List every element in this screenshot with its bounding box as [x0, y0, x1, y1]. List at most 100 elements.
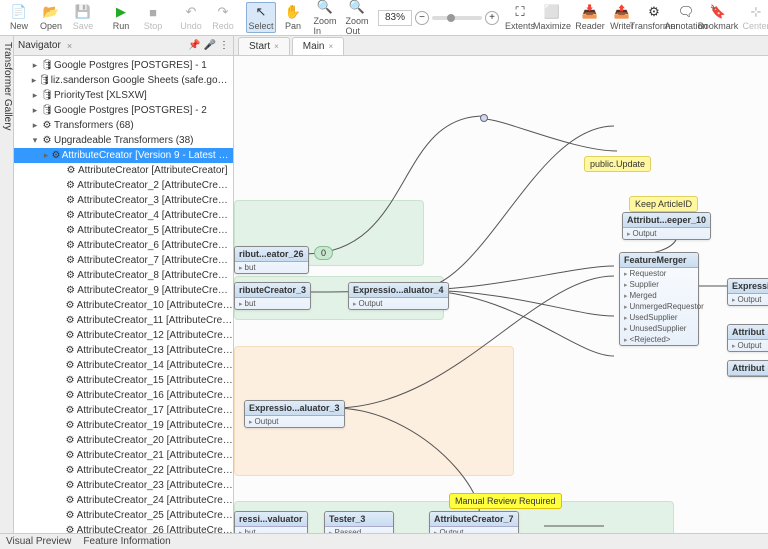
transformer-gallery-strip[interactable]: Transformer Gallery: [0, 36, 14, 533]
nav-menu-icon[interactable]: ⋮: [219, 40, 229, 51]
tree-item[interactable]: ⚙AttributeCreator_24 [AttributeCreator]: [14, 493, 233, 508]
output-port[interactable]: but: [235, 527, 307, 533]
tree-item[interactable]: ⚙AttributeCreator_11 [AttributeCreator]: [14, 313, 233, 328]
tree-item[interactable]: ⚙AttributeCreator_5 [AttributeCreator]: [14, 223, 233, 238]
tree-item[interactable]: ⚙AttributeCreator_16 [AttributeCreator]: [14, 388, 233, 403]
nav-pin-icon[interactable]: 📌: [188, 40, 200, 51]
tree-item[interactable]: ⚙AttributeCreator_17 [AttributeCreator]: [14, 403, 233, 418]
expand-icon[interactable]: ▸: [30, 90, 40, 101]
save-button[interactable]: 💾Save: [68, 2, 98, 33]
transformer-attribut1[interactable]: AttributOutput: [727, 324, 768, 352]
tree-item[interactable]: ⚙AttributeCreator_25 [AttributeCreator]: [14, 508, 233, 523]
close-icon[interactable]: ×: [328, 42, 333, 51]
navigator-tree[interactable]: ▸🛢Google Postgres [POSTGRES] - 1▸🛢liz.sa…: [14, 56, 233, 533]
transformer-attributecreator26[interactable]: ribut...eator_26but: [234, 246, 309, 274]
tree-item[interactable]: ⚙AttributeCreator_22 [AttributeCreator]: [14, 463, 233, 478]
transformer-attributekeeper10[interactable]: Attribut...eeper_10Output: [622, 212, 711, 240]
extents-button[interactable]: ⛶Extents: [505, 2, 535, 33]
expand-icon[interactable]: ▸: [42, 150, 50, 161]
transformer-expressionevaluator4[interactable]: Expressio...aluator_4Output: [348, 282, 449, 310]
undo-button[interactable]: ↶Undo: [176, 2, 206, 33]
transformer-expressionevaluator[interactable]: ressi...valuatorbut: [234, 511, 308, 533]
transformer-expression[interactable]: ExpressiOutput: [727, 278, 768, 306]
zoom-slider[interactable]: [432, 16, 482, 20]
tree-item[interactable]: ⚙AttributeCreator_12 [AttributeCreator]: [14, 328, 233, 343]
stop-button[interactable]: ■Stop: [138, 2, 168, 33]
tree-item[interactable]: ⚙AttributeCreator_21 [AttributeCreator]: [14, 448, 233, 463]
visual-preview-tab[interactable]: Visual Preview: [6, 536, 71, 547]
tree-item[interactable]: ▸🛢Google Postgres [POSTGRES] - 1: [14, 58, 233, 73]
output-port[interactable]: but: [235, 262, 308, 273]
zoom-in-button[interactable]: 🔍Zoom In: [310, 0, 340, 38]
tab-start[interactable]: Start×: [238, 37, 290, 55]
redo-button[interactable]: ↷Redo: [208, 2, 238, 33]
tree-item[interactable]: ⚙AttributeCreator_13 [AttributeCreator]: [14, 343, 233, 358]
junction[interactable]: [480, 114, 488, 122]
transformer-attribut2[interactable]: Attribut: [727, 360, 768, 377]
transformer-attributecreator7[interactable]: AttributeCreator_7Output: [429, 511, 519, 533]
tree-item[interactable]: ⚙AttributeCreator_14 [AttributeCreator]: [14, 358, 233, 373]
annotation[interactable]: public.Update: [584, 156, 651, 172]
port[interactable]: Requestor: [620, 268, 698, 279]
transformer-attributecreator3[interactable]: ributeCreator_3but: [234, 282, 311, 310]
tree-item[interactable]: ▾⚙Upgradeable Transformers (38): [14, 133, 233, 148]
annotation[interactable]: Manual Review Required: [449, 493, 562, 509]
tree-item[interactable]: ⚙AttributeCreator_19 [AttributeCreator]: [14, 418, 233, 433]
expand-icon[interactable]: ▸: [30, 120, 40, 131]
output-port[interactable]: Output: [728, 294, 768, 305]
tree-item[interactable]: ⚙AttributeCreator_26 [AttributeCreator]: [14, 523, 233, 533]
expand-icon[interactable]: ▸: [30, 60, 40, 71]
open-button[interactable]: 📂Open: [36, 2, 66, 33]
output-port[interactable]: Output: [349, 298, 448, 309]
annotation[interactable]: Keep ArticleID: [629, 196, 698, 212]
maximize-button[interactable]: ⬜Maximize: [537, 2, 567, 33]
tree-item[interactable]: ⚙AttributeCreator_20 [AttributeCreator]: [14, 433, 233, 448]
output-port[interactable]: Output: [623, 228, 710, 239]
bookmark-button[interactable]: 🔖Bookmark: [703, 2, 733, 33]
pan-button[interactable]: ✋Pan: [278, 2, 308, 33]
tree-item[interactable]: ⚙AttributeCreator_9 [AttributeCreator]: [14, 283, 233, 298]
select-button[interactable]: ↖Select: [246, 2, 276, 33]
tree-item[interactable]: ⚙AttributeCreator [AttributeCreator]: [14, 163, 233, 178]
output-port[interactable]: Output: [245, 416, 344, 427]
tree-item[interactable]: ⚙AttributeCreator_2 [AttributeCreator]: [14, 178, 233, 193]
zoom-input[interactable]: [378, 10, 412, 26]
tree-item[interactable]: ⚙AttributeCreator_8 [AttributeCreator]: [14, 268, 233, 283]
tree-item[interactable]: ▸⚙AttributeCreator [Version 9 - Latest V…: [14, 148, 233, 163]
feature-information-tab[interactable]: Feature Information: [83, 536, 170, 547]
navigator-close-icon[interactable]: ×: [67, 41, 72, 51]
port[interactable]: UnmergedRequestor: [620, 301, 698, 312]
port[interactable]: Supplier: [620, 279, 698, 290]
port[interactable]: UsedSupplier: [620, 312, 698, 323]
expand-icon[interactable]: ▾: [30, 135, 40, 146]
tree-item[interactable]: ⚙AttributeCreator_4 [AttributeCreator]: [14, 208, 233, 223]
annotation-button[interactable]: 🗨Annotation: [671, 2, 701, 33]
output-port[interactable]: Output: [728, 340, 768, 351]
output-port[interactable]: Output: [430, 527, 518, 533]
port[interactable]: <Rejected>: [620, 334, 698, 345]
transformer-featuremerger[interactable]: FeatureMerger RequestorSupplierMergedUnm…: [619, 252, 699, 346]
tree-item[interactable]: ⚙AttributeCreator_10 [AttributeCreator]: [14, 298, 233, 313]
tree-item[interactable]: ⚙AttributeCreator_3 [AttributeCreator]: [14, 193, 233, 208]
workspace-canvas[interactable]: public.Update Keep ArticleID Manual Revi…: [234, 56, 768, 533]
tree-item[interactable]: ⚙AttributeCreator_23 [AttributeCreator]: [14, 478, 233, 493]
tree-item[interactable]: ⚙AttributeCreator_7 [AttributeCreator]: [14, 253, 233, 268]
port[interactable]: UnusedSupplier: [620, 323, 698, 334]
transformer-expressionevaluator3[interactable]: Expressio...aluator_3Output: [244, 400, 345, 428]
tree-item[interactable]: ▸⚙Transformers (68): [14, 118, 233, 133]
tree-item[interactable]: ▸🛢PriorityTest [XLSXW]: [14, 88, 233, 103]
reader-button[interactable]: 📥Reader: [575, 2, 605, 33]
tree-item[interactable]: ⚙AttributeCreator_6 [AttributeCreator]: [14, 238, 233, 253]
new-button[interactable]: 📄New: [4, 2, 34, 33]
close-icon[interactable]: ×: [274, 42, 279, 51]
transformer-tester3[interactable]: Tester_3Passed: [324, 511, 394, 533]
port[interactable]: Merged: [620, 290, 698, 301]
output-port[interactable]: but: [235, 298, 310, 309]
tab-main[interactable]: Main×: [292, 37, 344, 55]
run-button[interactable]: ▶Run: [106, 2, 136, 33]
tree-item[interactable]: ⚙AttributeCreator_15 [AttributeCreator]: [14, 373, 233, 388]
nav-mic-icon[interactable]: 🎤: [204, 40, 216, 51]
zoom-plus-button[interactable]: +: [485, 11, 499, 25]
zoom-out-button[interactable]: 🔍Zoom Out: [342, 0, 372, 38]
tree-item[interactable]: ▸🛢Google Postgres [POSTGRES] - 2: [14, 103, 233, 118]
